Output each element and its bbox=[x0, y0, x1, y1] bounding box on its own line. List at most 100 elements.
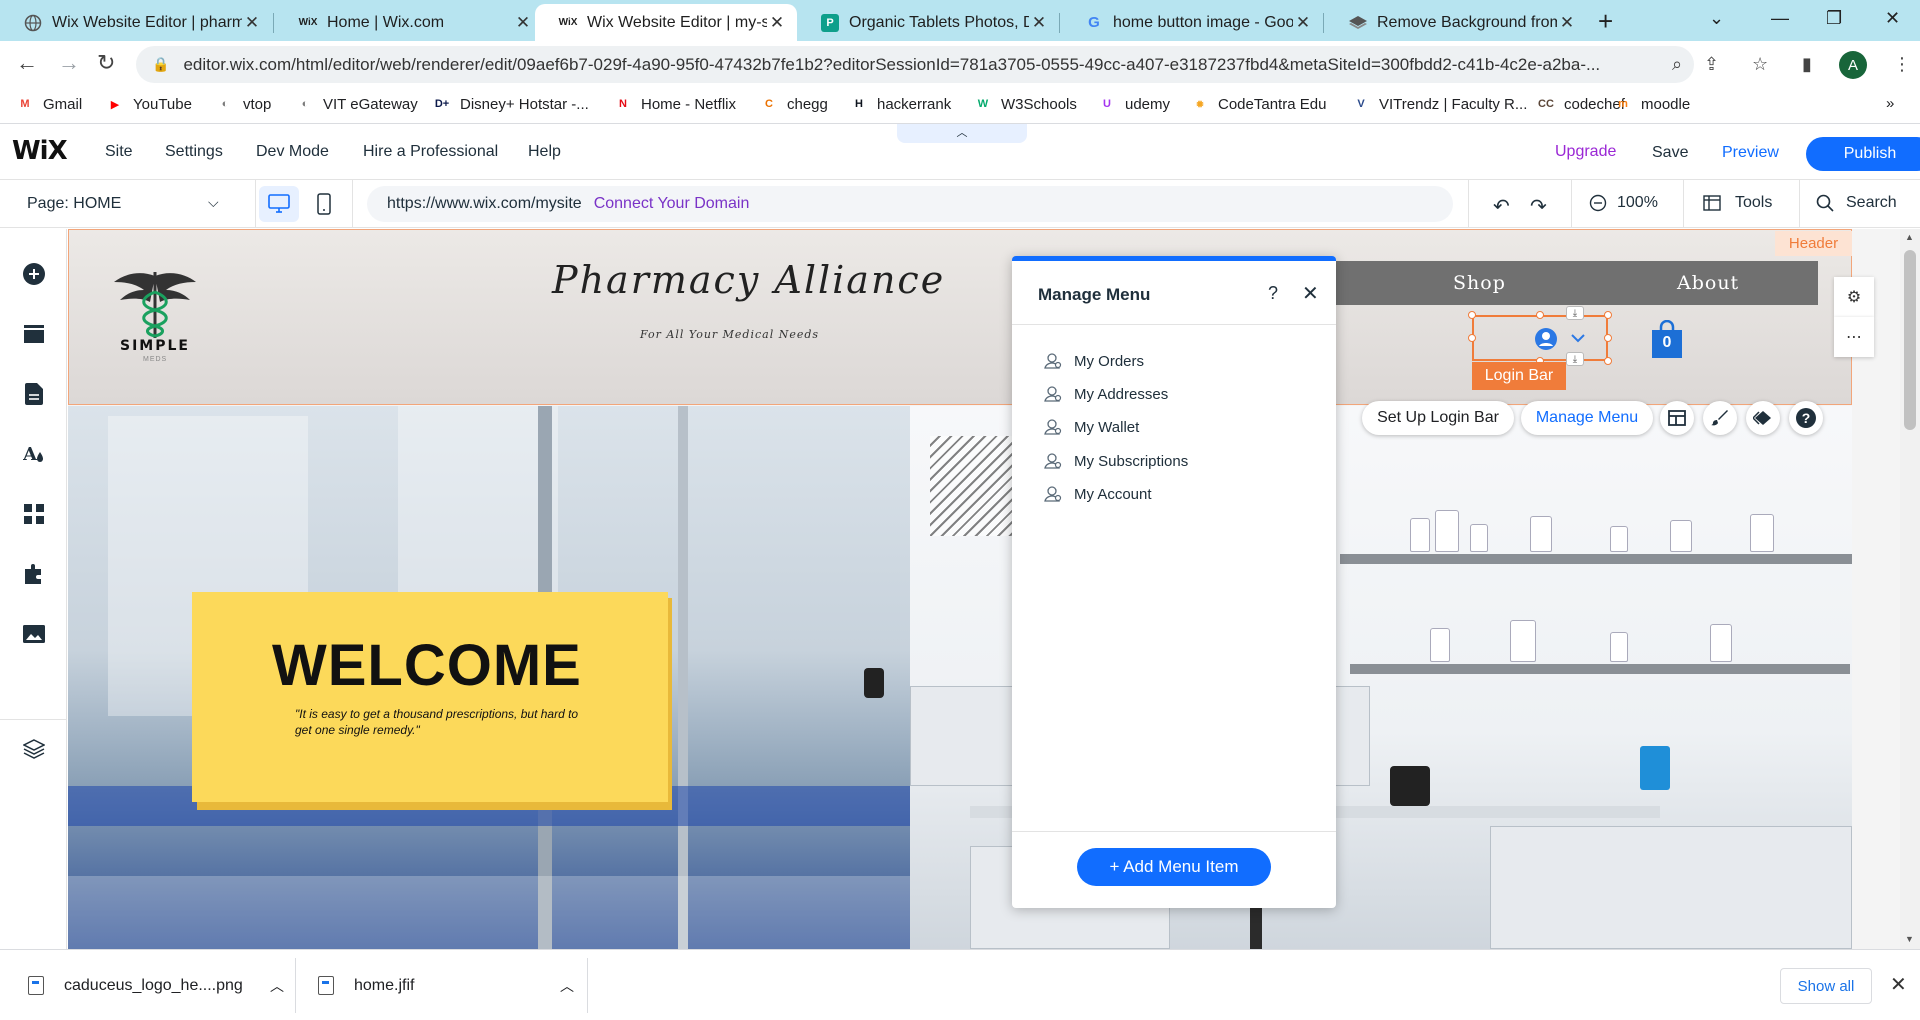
bookmark-item[interactable]: m moodle bbox=[1614, 95, 1690, 113]
desktop-view-button[interactable] bbox=[259, 186, 299, 222]
add-menu-item-button[interactable]: + Add Menu Item bbox=[1077, 848, 1271, 886]
scroll-up-arrow-icon[interactable]: ▲ bbox=[1905, 232, 1914, 242]
browser-tab[interactable]: G home button image - Goog ✕ bbox=[1061, 4, 1323, 41]
pages-menu-icon[interactable] bbox=[21, 381, 47, 407]
download-item[interactable]: caduceus_logo_he....png ︿ bbox=[28, 950, 294, 1020]
more-bookmarks-icon[interactable]: » bbox=[1886, 95, 1894, 112]
bookmark-item[interactable]: CC codechef bbox=[1537, 95, 1625, 113]
mobile-view-button[interactable] bbox=[304, 186, 344, 222]
header-tag[interactable]: Header bbox=[1775, 231, 1852, 256]
bookmark-item[interactable]: Cchegg bbox=[760, 95, 828, 113]
layout-icon[interactable] bbox=[1660, 401, 1694, 435]
layers-icon[interactable] bbox=[21, 736, 47, 762]
site-tagline[interactable]: For All Your Medical Needs bbox=[640, 328, 819, 341]
window-close-icon[interactable]: ✕ bbox=[1885, 8, 1900, 29]
browser-tab-active[interactable]: WiX Wix Website Editor | my-site ✕ bbox=[535, 4, 797, 41]
close-icon[interactable]: ✕ bbox=[1557, 13, 1577, 33]
download-item[interactable]: home.jfif ︿ bbox=[318, 950, 584, 1020]
menu-item[interactable]: My Orders bbox=[1044, 352, 1144, 370]
collapse-toolbar-chevron-icon[interactable]: ︿ bbox=[897, 124, 1027, 143]
bookmark-item[interactable]: N Home - Netflix bbox=[614, 95, 736, 113]
page-selector[interactable]: Page: HOME bbox=[27, 195, 121, 213]
set-up-login-bar-button[interactable]: Set Up Login Bar bbox=[1362, 401, 1514, 435]
menu-item[interactable]: My Account bbox=[1044, 485, 1152, 503]
canvas-scroll-thumb[interactable] bbox=[1904, 250, 1916, 430]
save-button[interactable]: Save bbox=[1652, 144, 1688, 162]
menu-help[interactable]: Help bbox=[528, 143, 561, 161]
add-section-icon[interactable] bbox=[21, 321, 47, 347]
restore-icon[interactable]: ❐ bbox=[1826, 8, 1842, 29]
bookmark-item[interactable]: D+ Disney+ Hotstar -... bbox=[433, 95, 589, 113]
stretch-down-icon[interactable]: ⤓ bbox=[1566, 352, 1584, 366]
site-design-icon[interactable]: A bbox=[21, 441, 47, 467]
add-elements-icon[interactable] bbox=[21, 261, 47, 287]
menu-item[interactable]: My Subscriptions bbox=[1044, 452, 1188, 470]
close-icon[interactable]: ✕ bbox=[242, 13, 262, 33]
bookmark-item[interactable]: W W3Schools bbox=[974, 95, 1077, 113]
resize-handle[interactable] bbox=[1536, 311, 1544, 319]
nav-about[interactable]: About bbox=[1677, 272, 1739, 294]
wix-logo[interactable]: WiX bbox=[12, 136, 68, 166]
settings-gear-icon[interactable]: ⚙ bbox=[1834, 277, 1874, 317]
design-brush-icon[interactable] bbox=[1703, 401, 1737, 435]
tools-button[interactable]: Tools bbox=[1703, 194, 1772, 212]
bookmark-item[interactable]: M Gmail bbox=[16, 95, 82, 113]
browser-tab[interactable]: WiX Home | Wix.com ✕ bbox=[275, 4, 543, 41]
nav-shop[interactable]: Shop bbox=[1453, 272, 1506, 294]
minimize-icon[interactable]: — bbox=[1771, 8, 1789, 29]
share-icon[interactable]: ⇪ bbox=[1704, 54, 1719, 75]
welcome-heading[interactable]: WELCOME bbox=[272, 632, 582, 699]
browser-tab[interactable]: Wix Website Editor | pharm ✕ bbox=[0, 4, 272, 41]
upgrade-link[interactable]: Upgrade bbox=[1555, 143, 1616, 161]
tab-search-icon[interactable]: ⌄ bbox=[1709, 8, 1724, 29]
more-actions-icon[interactable]: ⋯ bbox=[1834, 317, 1874, 357]
animation-icon[interactable] bbox=[1746, 401, 1780, 435]
browser-tab[interactable]: Remove Background from I ✕ bbox=[1325, 4, 1587, 41]
show-all-downloads-button[interactable]: Show all bbox=[1780, 968, 1872, 1004]
login-bar-selection[interactable] bbox=[1472, 315, 1608, 361]
bookmark-item[interactable]: Hhackerrank bbox=[850, 95, 951, 113]
menu-item[interactable]: My Wallet bbox=[1044, 418, 1139, 436]
chevron-up-icon[interactable]: ︿ bbox=[270, 976, 284, 996]
app-market-icon[interactable] bbox=[21, 501, 47, 527]
bookmark-item[interactable]: Uudemy bbox=[1098, 95, 1170, 113]
zoom-control[interactable]: 100% bbox=[1589, 194, 1658, 212]
close-icon[interactable]: ✕ bbox=[1890, 972, 1907, 997]
connect-domain-link[interactable]: Connect Your Domain bbox=[594, 195, 750, 213]
chevron-up-icon[interactable]: ︿ bbox=[560, 976, 574, 996]
business-tools-icon[interactable] bbox=[21, 561, 47, 587]
address-bar[interactable]: 🔒 editor.wix.com/html/editor/web/rendere… bbox=[136, 46, 1694, 83]
bookmark-star-icon[interactable]: ☆ bbox=[1752, 54, 1768, 75]
site-nav-bar[interactable] bbox=[1330, 261, 1818, 305]
media-icon[interactable] bbox=[21, 621, 47, 647]
close-icon[interactable]: ✕ bbox=[1029, 13, 1049, 33]
chevron-down-icon[interactable]: ⌵ bbox=[208, 194, 219, 211]
forward-arrow-icon[interactable]: → bbox=[58, 50, 80, 76]
kebab-menu-icon[interactable]: ⋮ bbox=[1893, 54, 1911, 75]
side-panel-icon[interactable]: ▮ bbox=[1802, 54, 1812, 75]
close-icon[interactable]: ✕ bbox=[1293, 13, 1313, 33]
reload-icon[interactable]: ↻ bbox=[97, 50, 115, 76]
login-bar-tag[interactable]: Login Bar bbox=[1472, 362, 1566, 390]
back-arrow-icon[interactable]: ← bbox=[16, 50, 38, 76]
search-button[interactable]: Search bbox=[1816, 194, 1897, 212]
bookmark-item[interactable]: ✹ CodeTantra Edu bbox=[1191, 95, 1326, 113]
zoom-icon[interactable]: ⌕ bbox=[1672, 54, 1682, 75]
manage-menu-button[interactable]: Manage Menu bbox=[1521, 401, 1653, 435]
stretch-down-icon[interactable]: ⤓ bbox=[1566, 306, 1584, 320]
bookmark-item[interactable]: ◐ vtop bbox=[216, 95, 272, 113]
resize-handle[interactable] bbox=[1468, 311, 1476, 319]
menu-item[interactable]: My Addresses bbox=[1044, 385, 1168, 403]
resize-handle[interactable] bbox=[1604, 334, 1612, 342]
resize-handle[interactable] bbox=[1468, 334, 1476, 342]
site-url-bar[interactable]: https://www.wix.com/mysite Connect Your … bbox=[367, 186, 1453, 222]
menu-site[interactable]: Site bbox=[105, 143, 133, 161]
browser-tab[interactable]: P Organic Tablets Photos, Do ✕ bbox=[797, 4, 1059, 41]
new-tab-button[interactable]: + bbox=[1598, 6, 1613, 37]
help-icon[interactable]: ? bbox=[1789, 401, 1823, 435]
close-icon[interactable]: ✕ bbox=[1302, 281, 1319, 306]
resize-handle[interactable] bbox=[1604, 311, 1612, 319]
close-icon[interactable]: ✕ bbox=[767, 13, 787, 33]
cart-bag-icon[interactable]: 0 bbox=[1650, 319, 1684, 358]
welcome-quote[interactable]: "It is easy to get a thousand prescripti… bbox=[295, 706, 585, 738]
